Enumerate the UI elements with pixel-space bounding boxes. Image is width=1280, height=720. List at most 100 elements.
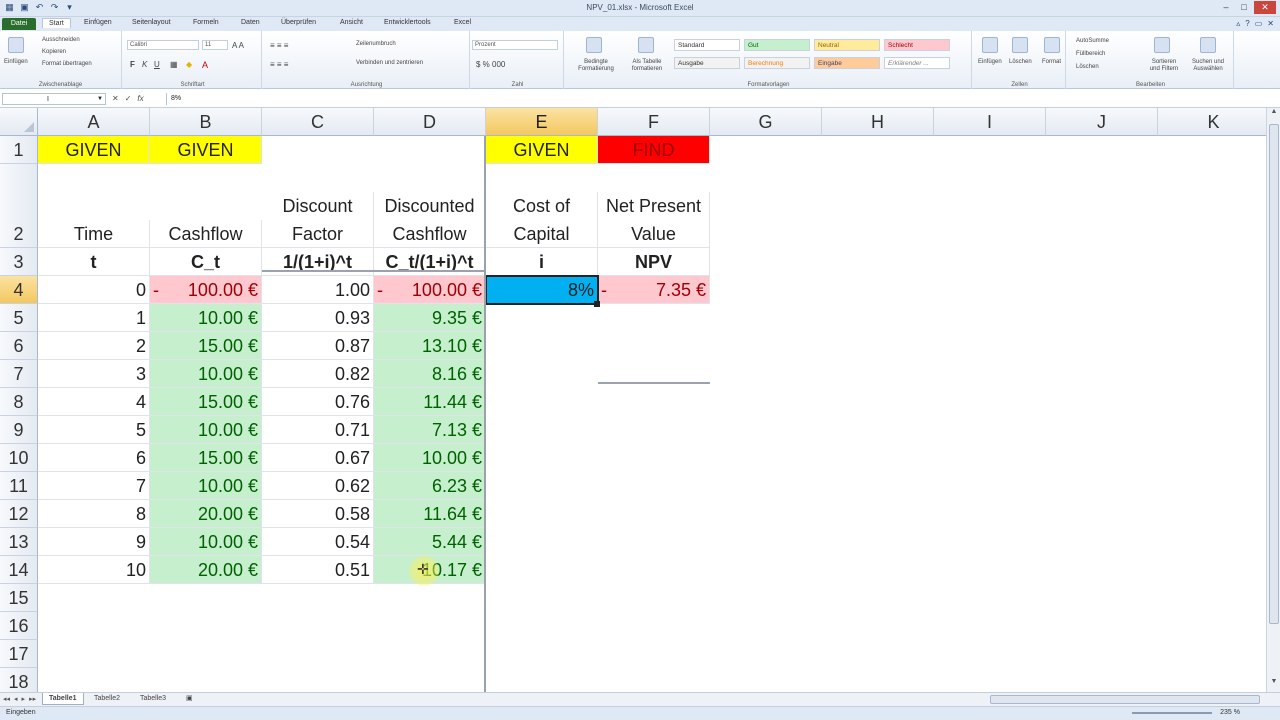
row-header-6[interactable]: 6 [0,332,38,360]
minimize-ribbon-icon[interactable]: ▵ [1236,19,1240,28]
conditional-formatting-button[interactable]: Bedingte Formatierung [568,59,624,73]
column-header-k[interactable]: K [1158,108,1266,136]
cell-e2-header-line1[interactable]: Cost of [486,192,598,220]
chevron-down-icon[interactable]: ▼ [97,94,103,105]
row-header-13[interactable]: 13 [0,528,38,556]
column-header-a[interactable]: A [38,108,150,136]
format-cells-icon[interactable] [1044,37,1060,53]
cell-a9-time[interactable]: 5 [38,416,150,444]
tab-review[interactable]: Überprüfen [281,19,316,26]
cell-b5-cashflow[interactable]: 10.00 € [150,304,262,332]
find-select-button[interactable]: Suchen und Auswählen [1186,59,1230,73]
cell-d7-discounted-cashflow[interactable]: 8.16 € [374,360,486,388]
tab-developer[interactable]: Entwicklertools [384,19,431,26]
merge-center-button[interactable]: Verbinden und zentrieren [356,60,423,66]
cell-d6-discounted-cashflow[interactable]: 13.10 € [374,332,486,360]
align-left-icon[interactable]: ≡ ≡ ≡ [270,60,288,69]
cell-c12-discount-factor[interactable]: 0.58 [262,500,374,528]
cell-a6-time[interactable]: 2 [38,332,150,360]
cell-a14-time[interactable]: 10 [38,556,150,584]
row-header-16[interactable]: 16 [0,612,38,640]
tab-formulas[interactable]: Formeln [193,19,219,26]
row-header-8[interactable]: 8 [0,388,38,416]
name-box[interactable]: I ▼ [2,93,106,105]
clear-button[interactable]: Löschen [1076,64,1099,70]
formula-input[interactable]: 8% [166,93,1266,105]
style-neutral[interactable]: Neutral [814,39,880,51]
scroll-up-icon[interactable]: ▲ [1267,108,1280,120]
cell-c6-discount-factor[interactable]: 0.87 [262,332,374,360]
column-header-c[interactable]: C [262,108,374,136]
insert-cells-icon[interactable] [982,37,998,53]
scroll-down-icon[interactable]: ▼ [1267,678,1280,690]
sheet-tab-tabelle2[interactable]: Tabelle2 [88,693,126,705]
cell-f3-symbol[interactable]: NPV [598,248,710,276]
cell-c5-discount-factor[interactable]: 0.93 [262,304,374,332]
fill-color-icon[interactable]: ◆ [186,60,192,69]
cell-a10-time[interactable]: 6 [38,444,150,472]
cell-a11-time[interactable]: 7 [38,472,150,500]
close-workbook-icon[interactable]: ✕ [1267,19,1274,28]
cell-a5-time[interactable]: 1 [38,304,150,332]
cell-b11-cashflow[interactable]: 10.00 € [150,472,262,500]
fill-button[interactable]: Füllbereich [1076,51,1105,57]
row-header-5[interactable]: 5 [0,304,38,332]
cell-c10-discount-factor[interactable]: 0.67 [262,444,374,472]
cell-b2-cashflow-header[interactable]: Cashflow [150,220,262,248]
cell-d2-header-line2[interactable]: Cashflow [374,220,486,248]
column-header-g[interactable]: G [710,108,822,136]
cell-e4-cost-of-capital[interactable]: 8% [486,276,598,304]
cell-b13-cashflow[interactable]: 10.00 € [150,528,262,556]
cell-f1-find-label[interactable]: FIND [598,136,710,164]
cell-f4-npv[interactable]: - 7.35 € [598,276,710,304]
delete-cells-button[interactable]: Löschen [1009,59,1032,65]
cell-d8-discounted-cashflow[interactable]: 11.44 € [374,388,486,416]
cell-e3-symbol[interactable]: i [486,248,598,276]
scroll-thumb[interactable] [1269,124,1279,624]
column-header-h[interactable]: H [822,108,934,136]
cell-c11-discount-factor[interactable]: 0.62 [262,472,374,500]
cell-b6-cashflow[interactable]: 15.00 € [150,332,262,360]
row-header-18[interactable]: 18 [0,668,38,692]
cell-a3-symbol[interactable]: t [38,248,150,276]
sort-filter-button[interactable]: Sortieren und Filtern [1146,59,1182,73]
style-calculation[interactable]: Berechnung [744,57,810,69]
restore-workbook-icon[interactable]: ▭ [1255,19,1263,28]
row-header-12[interactable]: 12 [0,500,38,528]
cut-button[interactable]: Ausschneiden [42,37,80,43]
style-explanatory[interactable]: Erklärender ... [884,57,950,69]
tab-insert[interactable]: Einfügen [84,19,112,26]
cell-c2-header-line2[interactable]: Factor [262,220,374,248]
cell-d13-discounted-cashflow[interactable]: 5.44 € [374,528,486,556]
cell-b12-cashflow[interactable]: 20.00 € [150,500,262,528]
cell-e2-header-line2[interactable]: Capital [486,220,598,248]
prev-sheet-icon[interactable]: ◂ [14,695,18,703]
style-output[interactable]: Ausgabe [674,57,740,69]
new-sheet-icon[interactable]: ▣ [180,693,199,705]
tab-data[interactable]: Daten [241,19,260,26]
tab-page-layout[interactable]: Seitenlayout [132,19,171,26]
sheet-tab-tabelle3[interactable]: Tabelle3 [134,693,172,705]
vertical-scrollbar[interactable]: ▲ ▼ [1266,108,1280,692]
font-name-select[interactable]: Calibri [127,40,199,50]
currency-icon[interactable]: $ % 000 [476,60,505,69]
style-standard[interactable]: Standard [674,39,740,51]
autosum-button[interactable]: AutoSumme [1076,38,1109,44]
format-as-table-button[interactable]: Als Tabelle formatieren [622,59,672,73]
zoom-slider[interactable] [1132,712,1212,714]
cell-b7-cashflow[interactable]: 10.00 € [150,360,262,388]
cell-b10-cashflow[interactable]: 15.00 € [150,444,262,472]
zoom-level[interactable]: 235 % [1220,709,1240,716]
align-top-icon[interactable]: ≡ ≡ ≡ [270,41,288,50]
cell-a1-given-label[interactable]: GIVEN [38,136,150,164]
tab-file[interactable]: Datei [2,18,36,30]
column-header-i[interactable]: I [934,108,1046,136]
cell-d4-discounted-cashflow[interactable]: - 100.00 € [374,276,486,304]
row-header-7[interactable]: 7 [0,360,38,388]
font-color-icon[interactable]: A [202,60,208,70]
row-header-3[interactable]: 3 [0,248,38,276]
fill-handle[interactable] [594,301,600,307]
cell-d10-discounted-cashflow[interactable]: 10.00 € [374,444,486,472]
border-icon[interactable]: ▦ [170,60,178,69]
cell-b14-cashflow[interactable]: 20.00 € [150,556,262,584]
